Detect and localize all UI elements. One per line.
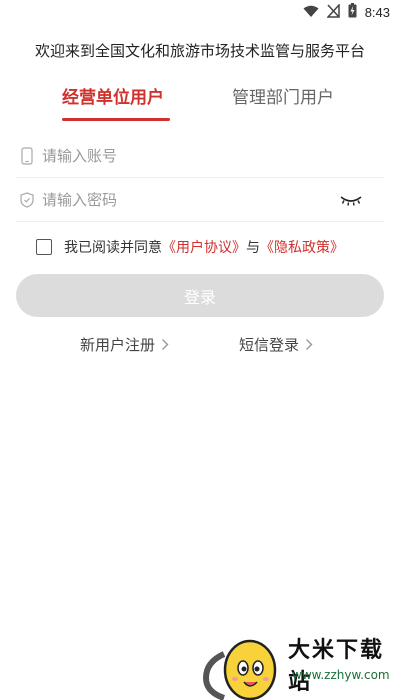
- status-icons: 8:43: [303, 2, 390, 22]
- tab-business-user[interactable]: 经营单位用户: [62, 86, 164, 122]
- user-type-tabs: 经营单位用户 管理部门用户: [0, 86, 400, 126]
- privacy-policy-link[interactable]: 《隐私政策》: [260, 237, 344, 257]
- agreement-row: 我已阅读并同意 《用户协议》 与 《隐私政策》: [36, 236, 344, 258]
- status-bar: 8:43: [0, 0, 400, 24]
- account-row: [16, 134, 384, 178]
- watermark-url: www.zzhyw.com: [292, 668, 390, 682]
- register-label: 新用户注册: [80, 336, 156, 354]
- page-title: 欢迎来到全国文化和旅游市场技术监管与服务平台: [34, 42, 365, 60]
- password-input[interactable]: [42, 184, 336, 215]
- active-tab-indicator: [62, 118, 170, 121]
- battery-charging-icon: [348, 2, 357, 22]
- shield-icon: [18, 191, 36, 209]
- signal-off-icon: [325, 2, 340, 22]
- tab-admin-user[interactable]: 管理部门用户: [232, 86, 334, 122]
- rice-mascot-icon: [223, 639, 277, 700]
- user-agreement-link[interactable]: 《用户协议》: [162, 237, 246, 257]
- agreement-joiner: 与: [246, 240, 260, 256]
- account-input[interactable]: [42, 140, 384, 171]
- chevron-right-icon: [161, 338, 169, 351]
- watermark-title: 大米下载站: [288, 638, 385, 695]
- chevron-right-icon: [305, 338, 313, 351]
- register-link[interactable]: 新用户注册: [80, 334, 169, 355]
- login-button[interactable]: 登录: [16, 274, 384, 317]
- sms-login-link[interactable]: 短信登录: [239, 334, 313, 355]
- agreement-prefix: 我已阅读并同意: [64, 240, 162, 256]
- eye-closed-icon[interactable]: [336, 190, 366, 210]
- agreement-checkbox[interactable]: [36, 239, 52, 255]
- wifi-icon: [303, 3, 319, 22]
- phone-icon: [18, 146, 36, 165]
- status-time: 8:43: [364, 4, 390, 20]
- password-row: [16, 178, 384, 222]
- watermark: 大米下载站 www.zzhyw.com: [198, 628, 400, 700]
- sms-login-label: 短信登录: [239, 336, 300, 354]
